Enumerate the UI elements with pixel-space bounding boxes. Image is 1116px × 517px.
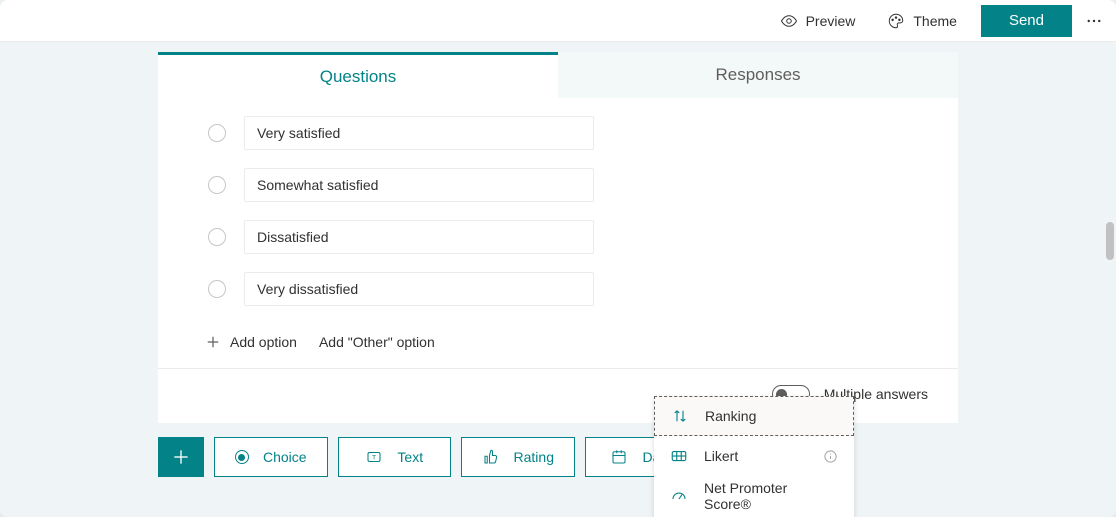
type-rating-button[interactable]: Rating xyxy=(461,437,575,477)
calendar-icon xyxy=(610,448,628,466)
preview-label: Preview xyxy=(806,13,856,29)
tab-strip: Questions Responses xyxy=(158,52,958,98)
svg-text:T: T xyxy=(372,454,376,461)
add-question-bar: Choice T Text Rating Date xyxy=(158,437,698,477)
send-label: Send xyxy=(1009,12,1044,29)
add-other-button[interactable]: Add "Other" option xyxy=(319,334,435,350)
eye-icon xyxy=(780,12,798,30)
editor-area: Questions Responses Very satisfied xyxy=(0,42,1116,517)
type-text-button[interactable]: T Text xyxy=(338,437,452,477)
choice-option-text: Very satisfied xyxy=(257,125,340,141)
scrollbar-thumb[interactable] xyxy=(1106,222,1114,260)
type-text-label: Text xyxy=(397,449,423,465)
ranking-icon xyxy=(671,407,689,425)
radio-icon xyxy=(208,228,226,246)
choice-option-text: Dissatisfied xyxy=(257,229,329,245)
palette-icon xyxy=(887,12,905,30)
plus-icon xyxy=(171,447,191,467)
choice-option-text: Very dissatisfied xyxy=(257,281,358,297)
question-card: Very satisfied Somewhat satisfied Dissat… xyxy=(158,98,958,423)
choice-option-row: Somewhat satisfied xyxy=(188,168,928,202)
choice-option-row: Very satisfied xyxy=(188,116,928,150)
add-other-label: Add "Other" option xyxy=(319,334,435,350)
tab-questions[interactable]: Questions xyxy=(158,52,558,98)
radio-icon xyxy=(208,176,226,194)
more-button[interactable] xyxy=(1076,0,1112,41)
type-choice-label: Choice xyxy=(263,449,307,465)
menu-item-ranking-label: Ranking xyxy=(705,408,837,424)
thumbs-up-icon xyxy=(482,448,500,466)
more-icon xyxy=(1085,12,1103,30)
type-choice-button[interactable]: Choice xyxy=(214,437,328,477)
menu-item-nps-label: Net Promoter Score® xyxy=(704,480,838,512)
add-option-button[interactable]: Add option xyxy=(206,334,297,350)
theme-button[interactable]: Theme xyxy=(871,0,973,41)
tab-responses-label: Responses xyxy=(715,65,800,85)
plus-icon xyxy=(206,335,220,349)
menu-item-likert[interactable]: Likert xyxy=(654,436,854,476)
choice-option-input[interactable]: Very satisfied xyxy=(244,116,594,150)
add-question-button[interactable] xyxy=(158,437,204,477)
question-type-menu: Ranking Likert Net Promoter Score® Secti… xyxy=(654,396,854,517)
choice-option-row: Very dissatisfied xyxy=(188,272,928,306)
radio-icon xyxy=(208,124,226,142)
menu-item-ranking[interactable]: Ranking xyxy=(654,396,854,436)
choice-option-input[interactable]: Somewhat satisfied xyxy=(244,168,594,202)
send-button[interactable]: Send xyxy=(981,5,1072,37)
type-rating-label: Rating xyxy=(514,449,554,465)
menu-item-nps[interactable]: Net Promoter Score® xyxy=(654,476,854,516)
choice-icon xyxy=(235,450,249,464)
text-icon: T xyxy=(365,448,383,466)
gauge-icon xyxy=(670,487,688,505)
top-command-bar: Preview Theme Send xyxy=(0,0,1116,42)
add-option-label: Add option xyxy=(230,334,297,350)
radio-icon xyxy=(208,280,226,298)
tab-questions-label: Questions xyxy=(320,67,397,87)
tab-responses[interactable]: Responses xyxy=(558,52,958,98)
preview-button[interactable]: Preview xyxy=(764,0,872,41)
choice-option-input[interactable]: Dissatisfied xyxy=(244,220,594,254)
add-option-row: Add option Add "Other" option xyxy=(188,324,928,368)
choice-option-row: Dissatisfied xyxy=(188,220,928,254)
menu-item-likert-label: Likert xyxy=(704,448,807,464)
choice-option-input[interactable]: Very dissatisfied xyxy=(244,272,594,306)
theme-label: Theme xyxy=(913,13,957,29)
likert-icon xyxy=(670,447,688,465)
info-icon xyxy=(823,449,838,464)
choice-option-text: Somewhat satisfied xyxy=(257,177,378,193)
